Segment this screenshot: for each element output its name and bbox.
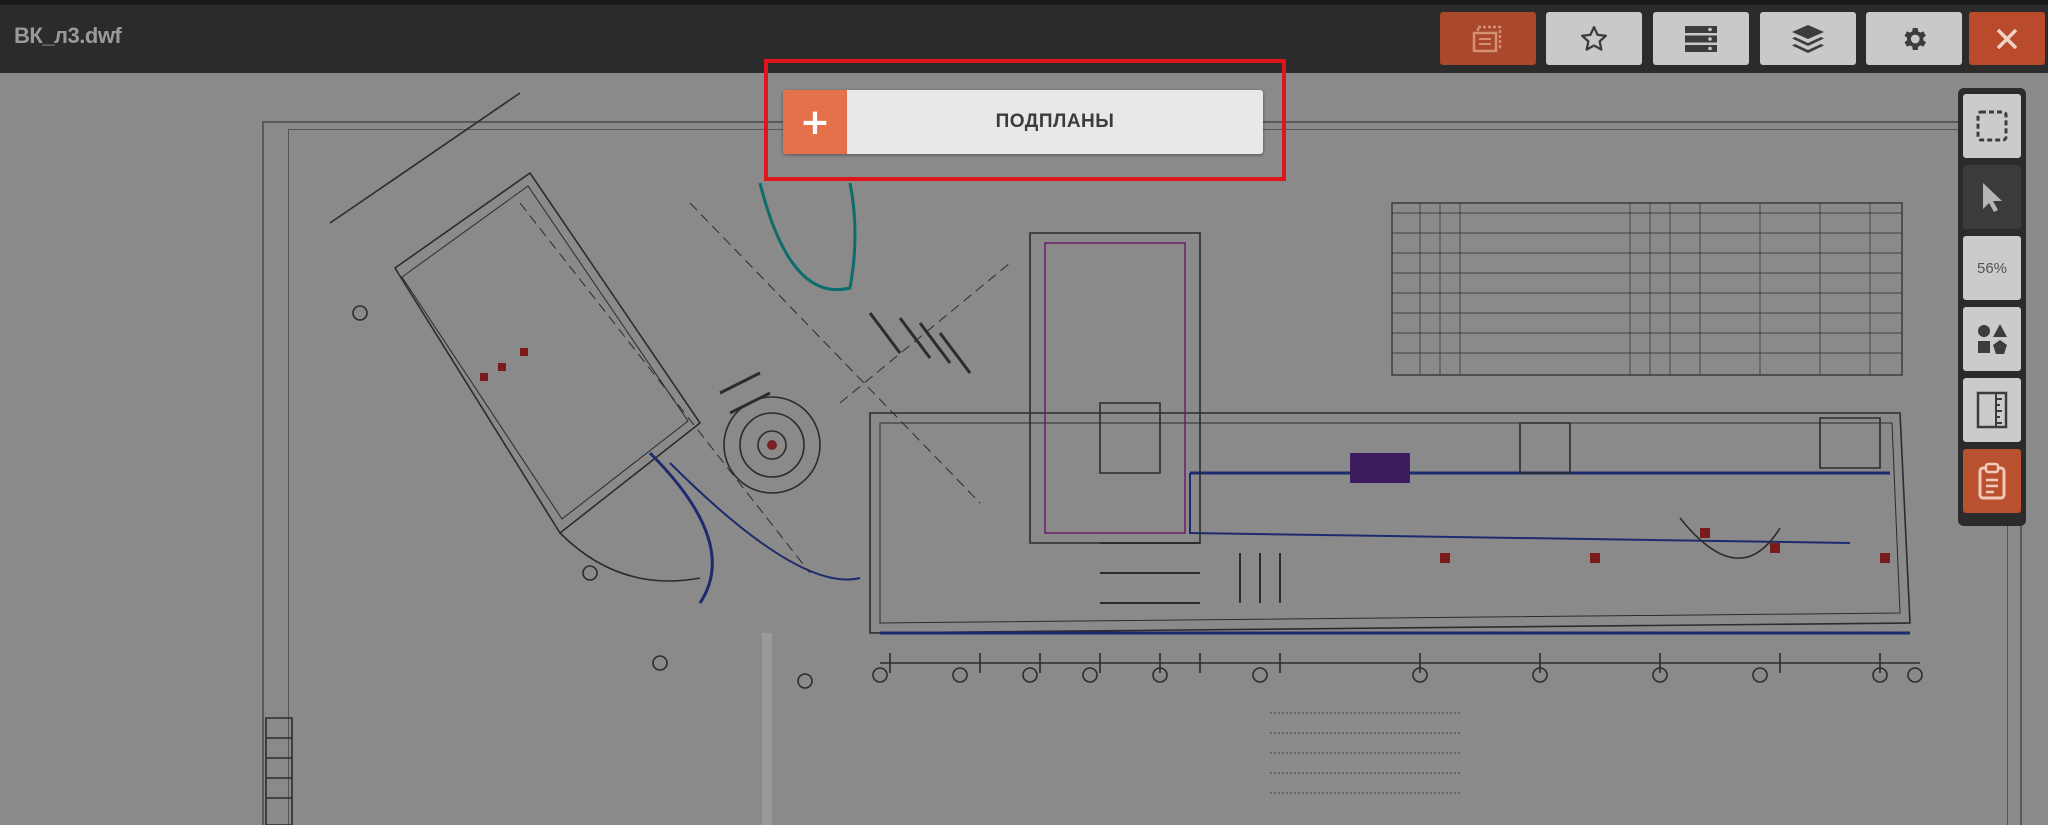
zoom-level[interactable]: 56% xyxy=(1963,236,2021,300)
gear-icon xyxy=(1904,27,1926,50)
drawing-canvas[interactable] xyxy=(0,73,2048,825)
floor-plan-drawing xyxy=(265,92,1923,825)
ruler-button[interactable] xyxy=(1963,378,2021,442)
subplans-label[interactable]: ПОДПЛАНЫ xyxy=(847,90,1263,154)
list-button[interactable] xyxy=(1653,12,1749,65)
right-toolbar: 56% xyxy=(1958,88,2026,526)
list-icon xyxy=(1685,25,1717,52)
layers-button[interactable] xyxy=(1760,12,1856,65)
layers-icon xyxy=(1792,24,1824,53)
cursor-icon xyxy=(1983,183,2002,212)
ruler-icon xyxy=(1976,391,2008,429)
star-icon xyxy=(1581,25,1607,51)
scroll-track xyxy=(762,633,772,825)
settings-button[interactable] xyxy=(1866,12,1962,65)
close-icon xyxy=(1996,28,2018,49)
shapes-icon xyxy=(1978,324,2007,354)
marquee-icon xyxy=(1976,110,2008,142)
add-subplan-button[interactable]: + xyxy=(783,90,847,154)
clipboard-button[interactable] xyxy=(1963,449,2021,513)
select-area-button[interactable] xyxy=(1963,94,2021,158)
document-title: ВК_л3.dwf xyxy=(14,23,122,48)
sheets-icon xyxy=(1472,25,1502,52)
close-button[interactable] xyxy=(1969,12,2045,65)
favorites-button[interactable] xyxy=(1546,12,1642,65)
zoom-level-text: 56% xyxy=(1976,259,2008,277)
subplans-bar[interactable]: + ПОДПЛАНЫ xyxy=(783,90,1263,154)
sheets-button[interactable] xyxy=(1440,12,1536,65)
pointer-button[interactable] xyxy=(1963,165,2021,229)
clipboard-icon xyxy=(1978,462,2006,500)
shapes-button[interactable] xyxy=(1963,307,2021,371)
